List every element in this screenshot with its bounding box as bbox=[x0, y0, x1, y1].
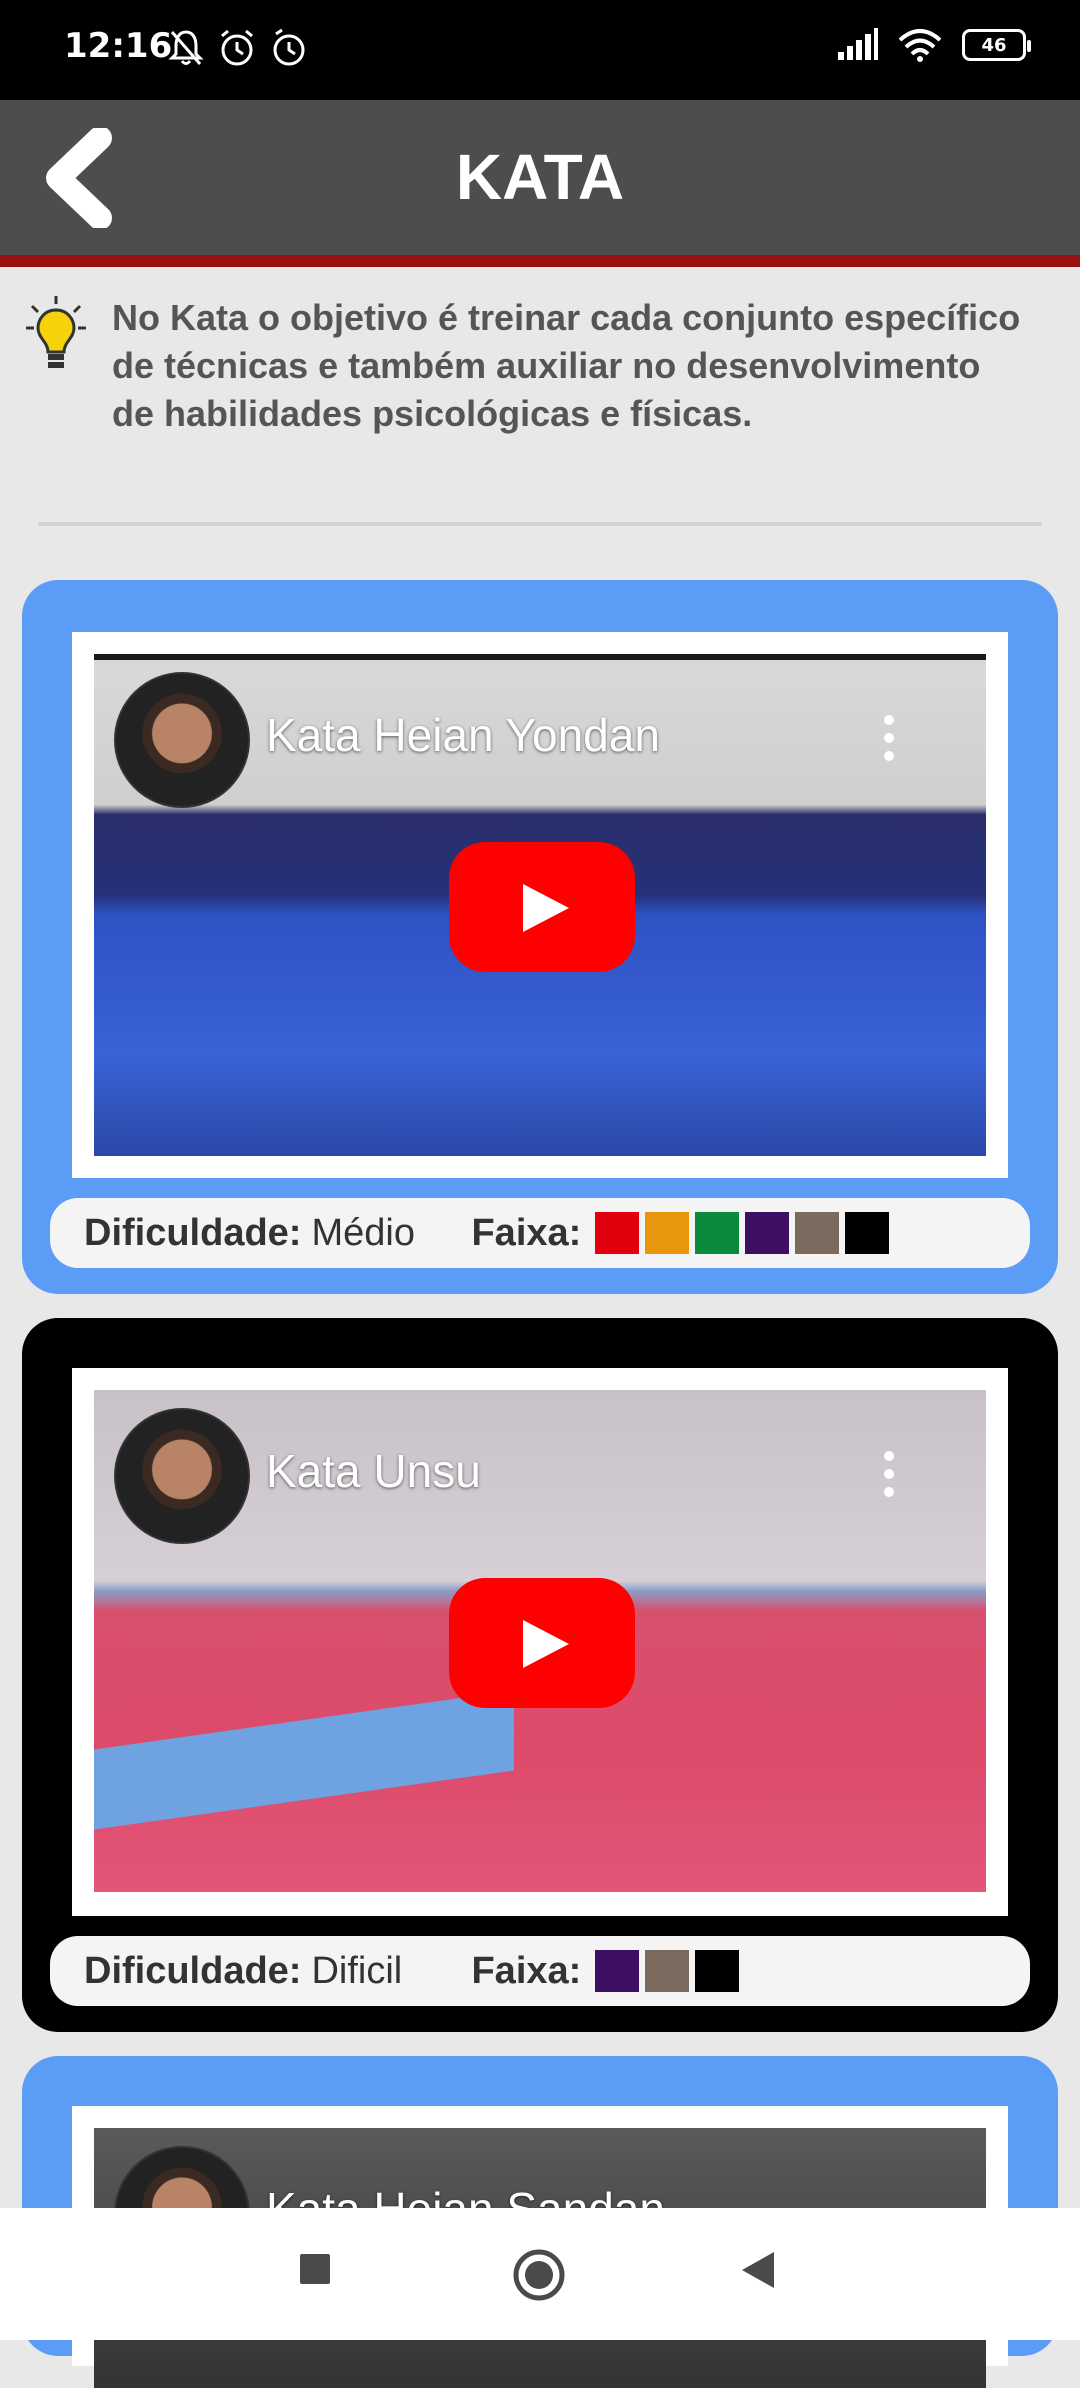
belt-swatch bbox=[595, 1950, 640, 1992]
battery-icon: 46 bbox=[962, 29, 1031, 61]
difficulty-value: Médio bbox=[311, 1211, 415, 1254]
battery-level: 46 bbox=[981, 34, 1007, 56]
wifi-icon bbox=[898, 29, 942, 62]
status-time: 12:16 bbox=[64, 26, 173, 66]
belt-label: Faixa: bbox=[471, 1949, 582, 1992]
avatar bbox=[114, 1408, 250, 1544]
video-player[interactable]: Kata Heian Yondan bbox=[94, 654, 986, 1156]
status-icons-left bbox=[168, 28, 308, 68]
app-header: KATA bbox=[0, 100, 1080, 267]
system-nav-bar bbox=[0, 2208, 1080, 2340]
play-icon bbox=[523, 884, 569, 932]
kata-card[interactable]: Kata Unsu Dificuldade: Dificil Faixa: bbox=[22, 1318, 1058, 2032]
play-icon bbox=[523, 1620, 569, 1668]
belt-swatch bbox=[845, 1212, 890, 1254]
play-button[interactable] bbox=[449, 1578, 635, 1708]
status-bar: 12:16 46 bbox=[0, 0, 1080, 100]
video-title: Kata Unsu bbox=[266, 1445, 481, 1497]
more-vertical-icon[interactable] bbox=[882, 714, 896, 762]
info-text: No Kata o objetivo é treinar cada conjun… bbox=[112, 297, 1021, 434]
video-frame: Kata Heian Yondan bbox=[72, 632, 1008, 1178]
more-vertical-icon[interactable] bbox=[882, 1450, 896, 1498]
belt-swatch bbox=[595, 1212, 640, 1254]
video-frame: Kata Unsu bbox=[72, 1368, 1008, 1916]
kata-card[interactable]: Kata Heian Yondan Dificuldade: Médio Fai… bbox=[22, 580, 1058, 1294]
difficulty-value: Dificil bbox=[311, 1949, 403, 1992]
page-title: KATA bbox=[455, 141, 625, 213]
play-button[interactable] bbox=[449, 842, 635, 972]
lightbulb-icon bbox=[26, 296, 86, 368]
belt-swatch bbox=[645, 1212, 690, 1254]
clock-icon bbox=[273, 28, 305, 66]
card-footer: Dificuldade: Médio Faixa: bbox=[50, 1198, 1030, 1268]
alarm-icon bbox=[221, 29, 253, 66]
divider bbox=[38, 522, 1042, 526]
belt-swatch bbox=[695, 1212, 740, 1254]
mute-bell-icon bbox=[168, 30, 204, 65]
belt-swatch bbox=[795, 1212, 840, 1254]
belt-swatch bbox=[645, 1950, 690, 1992]
home-circle-icon[interactable] bbox=[512, 2248, 566, 2302]
status-icons-right: 46 bbox=[836, 28, 1031, 62]
signal-icon bbox=[838, 28, 878, 60]
difficulty-label: Dificuldade: bbox=[84, 1949, 302, 1992]
difficulty-label: Dificuldade: bbox=[84, 1211, 302, 1254]
back-triangle-icon[interactable] bbox=[740, 2250, 776, 2290]
video-title: Kata Heian Yondan bbox=[266, 709, 660, 761]
card-footer: Dificuldade: Dificil Faixa: bbox=[50, 1936, 1030, 2006]
belt-swatch bbox=[695, 1950, 740, 1992]
video-player[interactable]: Kata Unsu bbox=[94, 1390, 986, 1892]
recents-square-icon[interactable] bbox=[298, 2252, 332, 2286]
avatar bbox=[114, 672, 250, 808]
belt-swatch bbox=[745, 1212, 790, 1254]
belt-label: Faixa: bbox=[471, 1211, 582, 1254]
